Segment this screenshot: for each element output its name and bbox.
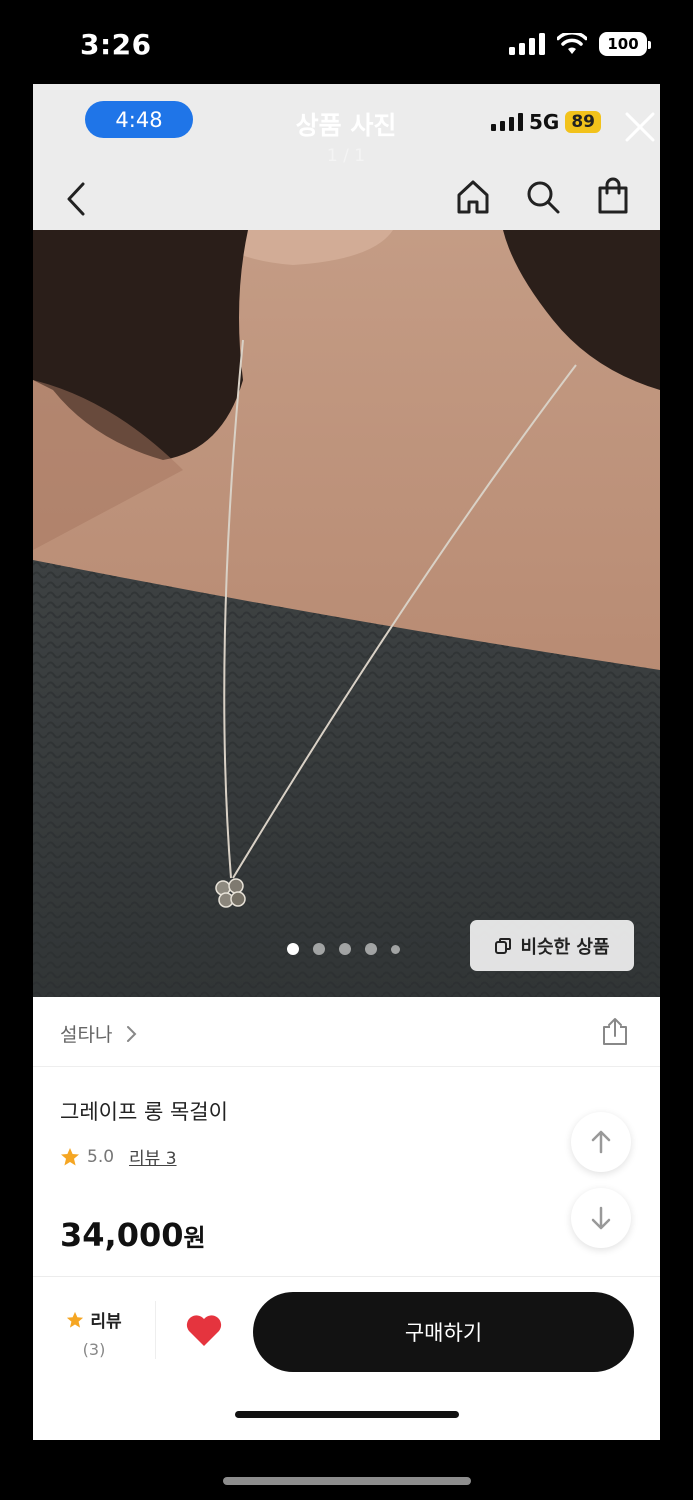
home-icon[interactable] <box>455 178 491 216</box>
outer-clock: 3:26 <box>80 28 152 61</box>
similar-products-label: 비슷한 상품 <box>520 936 610 958</box>
copy-icon <box>495 937 512 954</box>
outer-status-bar: 3:26 100 <box>0 0 693 84</box>
review-tab-label: 리뷰 <box>63 1307 125 1332</box>
brand-row[interactable]: 설타나 <box>33 997 660 1067</box>
gallery-dot[interactable] <box>391 944 400 954</box>
wifi-icon <box>557 33 587 54</box>
outer-home-indicator <box>223 1477 471 1485</box>
scroll-down-button[interactable] <box>571 1188 631 1248</box>
gallery-dot[interactable] <box>313 943 325 955</box>
star-icon <box>67 1311 84 1328</box>
phone-screen: 3:26 100 4:48 상품 사진 1 / 1 5G 89 비슷한 상품 설… <box>0 0 693 1500</box>
price-currency: 원 <box>183 1224 206 1252</box>
share-icon[interactable] <box>600 1017 630 1047</box>
gallery-dots <box>287 943 400 955</box>
inner-screenshot: 4:48 상품 사진 1 / 1 5G 89 비슷한 상품 설타나 그레이프 롱… <box>33 84 660 1440</box>
gallery-dot[interactable] <box>365 943 377 955</box>
signal-icon <box>509 33 545 55</box>
review-tab[interactable]: 리뷰 (3) <box>63 1307 125 1359</box>
review-count: (3) <box>82 1340 106 1359</box>
buy-button[interactable]: 구매하기 <box>253 1292 634 1372</box>
network-type: 5G <box>529 110 560 134</box>
viewer-page-indicator: 1 / 1 <box>326 146 366 166</box>
signal-icon <box>491 113 523 131</box>
shopping-bag-icon[interactable] <box>596 176 630 216</box>
product-image-gallery[interactable]: 비슷한 상품 <box>33 230 660 997</box>
arrow-down-icon <box>591 1206 611 1230</box>
battery-badge: 89 <box>565 111 602 133</box>
scroll-up-button[interactable] <box>571 1112 631 1172</box>
brand-name: 설타나 <box>60 1024 113 1046</box>
inner-home-indicator <box>235 1411 459 1418</box>
divider <box>155 1301 156 1359</box>
review-link[interactable]: 리뷰 3 <box>129 1144 177 1169</box>
battery-icon: 100 <box>599 32 651 56</box>
product-photo <box>33 230 660 997</box>
back-arrow-icon[interactable] <box>63 180 89 218</box>
arrow-up-icon <box>591 1130 611 1154</box>
bottom-action-bar: 리뷰 (3) 구매하기 <box>33 1276 660 1440</box>
product-name: 그레이프 롱 목걸이 <box>60 1100 228 1124</box>
outer-status-icons: 100 <box>509 32 651 56</box>
viewer-title: 상품 사진 1 / 1 <box>246 106 446 166</box>
gallery-dot[interactable] <box>287 943 299 955</box>
call-timer-pill[interactable]: 4:48 <box>85 101 193 138</box>
viewer-title-text: 상품 사진 <box>295 111 397 140</box>
review-tab-text: 리뷰 <box>90 1312 122 1332</box>
inner-status-bar: 4:48 상품 사진 1 / 1 5G 89 <box>33 84 660 230</box>
product-price: 34,000원 <box>60 1216 206 1254</box>
rating-row: 5.0 리뷰 3 <box>60 1144 177 1169</box>
similar-products-button[interactable]: 비슷한 상품 <box>470 920 634 971</box>
search-icon[interactable] <box>525 178 561 216</box>
close-icon[interactable] <box>623 110 657 144</box>
brand-link[interactable]: 설타나 <box>60 1020 139 1047</box>
star-icon <box>61 1147 79 1165</box>
price-value: 34,000 <box>60 1216 184 1254</box>
chevron-right-icon <box>126 1026 136 1042</box>
inner-status-icons: 5G 89 <box>491 110 602 134</box>
top-nav <box>33 172 660 230</box>
gallery-dot[interactable] <box>339 943 351 955</box>
heart-icon[interactable] <box>185 1313 223 1347</box>
rating-value: 5.0 <box>87 1146 115 1167</box>
battery-level: 100 <box>607 35 639 53</box>
